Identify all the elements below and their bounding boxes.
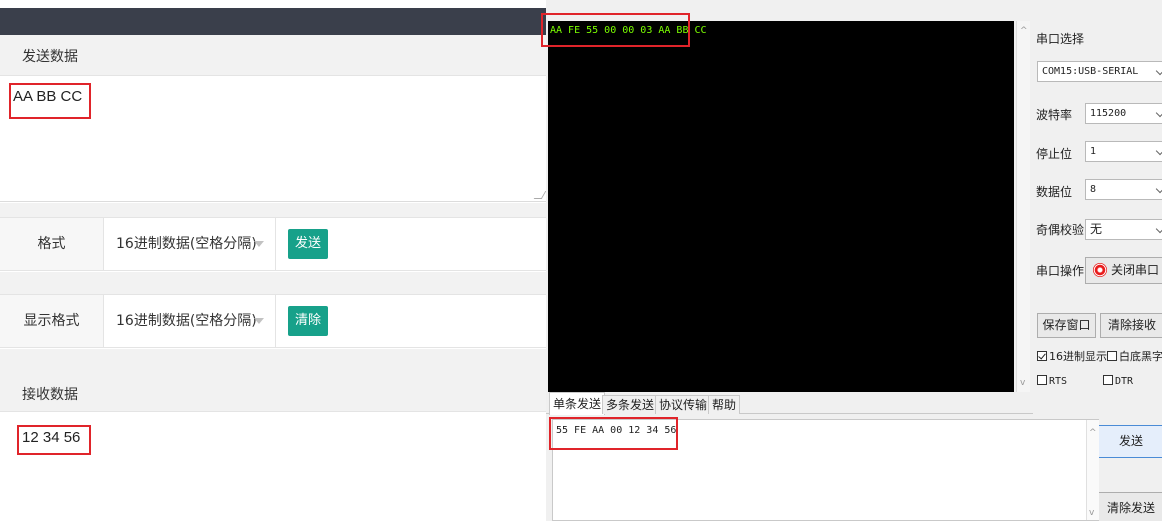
data-bits-value: 8: [1090, 184, 1097, 195]
tab-single-send[interactable]: 单条发送: [549, 392, 606, 415]
chevron-down-icon: [1155, 108, 1162, 118]
highlight-box-receive: [17, 425, 91, 455]
save-window-button[interactable]: 保存窗口: [1037, 313, 1096, 338]
port-select[interactable]: COM15:USB-SERIAL: [1037, 61, 1162, 82]
port-label: 串口选择: [1036, 32, 1085, 46]
clear-receive-button[interactable]: 清除接收: [1100, 313, 1162, 338]
resize-grip-icon[interactable]: [533, 191, 547, 199]
parity-value: 无: [1090, 222, 1103, 236]
hex-display-label: 16进制显示: [1049, 350, 1107, 363]
send-mode-tabs: 单条发送 多条发送 协议传输 帮助: [546, 392, 1033, 415]
tab-multi-send[interactable]: 多条发送: [602, 395, 659, 414]
chevron-down-icon: [1155, 66, 1162, 76]
rts-checkbox[interactable]: RTS: [1037, 375, 1067, 387]
serial-assistant-window: AA FE 55 00 00 03 AA BB CC ^ v 串口选择 COM1…: [541, 0, 1162, 521]
status-led-icon: [1093, 263, 1107, 277]
scroll-up-icon[interactable]: ^: [1020, 26, 1028, 36]
baud-select[interactable]: 115200: [1085, 103, 1162, 124]
tab-protocol[interactable]: 协议传输: [655, 395, 712, 414]
clear-button[interactable]: 清除: [288, 306, 328, 336]
format-label: 格式: [0, 218, 104, 270]
parity-label: 奇偶校验: [1036, 223, 1085, 237]
send-data-header: 发送数据: [0, 35, 546, 76]
clear-send-button[interactable]: 清除发送: [1098, 492, 1162, 521]
highlight-box-send: [9, 83, 91, 119]
baud-label: 波特率: [1036, 108, 1073, 122]
baud-select-value: 115200: [1090, 108, 1127, 119]
checkbox-checked-icon: [1037, 351, 1047, 361]
white-bg-checkbox[interactable]: 白底黑字: [1107, 348, 1162, 364]
send-data-button[interactable]: 发送: [1098, 425, 1162, 458]
port-select-value: COM15:USB-SERIAL: [1042, 66, 1139, 77]
format-row: 格式 16进制数据(空格分隔) 发送: [0, 217, 546, 271]
port-operation-label: 串口操作: [1036, 264, 1085, 278]
chevron-down-icon: [1155, 184, 1162, 194]
dtr-checkbox[interactable]: DTR: [1103, 375, 1133, 387]
format-select[interactable]: 16进制数据(空格分隔): [104, 218, 276, 270]
stop-bits-value: 1: [1090, 146, 1097, 157]
data-bits-label: 数据位: [1036, 185, 1073, 199]
top-bar: [0, 8, 546, 35]
format-select-value: 16进制数据(空格分隔): [116, 236, 257, 252]
checkbox-icon: [1103, 375, 1113, 385]
display-format-row: 显示格式 16进制数据(空格分隔) 清除: [0, 294, 546, 348]
receive-console[interactable]: AA FE 55 00 00 03 AA BB CC: [548, 21, 1014, 392]
highlight-box-send-input: [549, 417, 678, 450]
hex-display-checkbox[interactable]: 16进制显示: [1037, 348, 1107, 364]
tab-help[interactable]: 帮助: [708, 395, 741, 414]
caret-down-icon: [254, 318, 264, 324]
checkbox-icon: [1107, 351, 1117, 361]
scroll-down-icon[interactable]: v: [1089, 508, 1094, 518]
dtr-label: DTR: [1115, 376, 1134, 387]
display-format-select-value: 16进制数据(空格分隔): [116, 313, 257, 329]
chevron-down-icon: [1155, 146, 1162, 156]
send-data-title: 发送数据: [22, 49, 78, 65]
close-port-button[interactable]: 关闭串口: [1085, 257, 1162, 284]
parity-select[interactable]: 无: [1085, 219, 1162, 240]
scroll-up-icon[interactable]: ^: [1089, 428, 1097, 438]
rts-label: RTS: [1049, 376, 1068, 387]
highlight-box-console: [541, 13, 690, 47]
display-format-select[interactable]: 16进制数据(空格分隔): [104, 295, 276, 347]
stop-bits-select[interactable]: 1: [1085, 141, 1162, 162]
checkbox-icon: [1037, 375, 1047, 385]
receive-data-header: 接收数据: [0, 371, 546, 412]
send-box-scrollbar[interactable]: ^ v: [1086, 420, 1099, 520]
web-serial-panel: 发送数据 AA BB CC 格式 16进制数据(空格分隔) 发送 显示格式 16…: [0, 0, 547, 521]
white-bg-label: 白底黑字: [1119, 350, 1162, 363]
stop-bits-label: 停止位: [1036, 147, 1073, 161]
console-scrollbar[interactable]: ^ v: [1016, 21, 1030, 392]
send-button[interactable]: 发送: [288, 229, 328, 259]
chevron-down-icon: [1155, 224, 1162, 234]
close-port-label: 关闭串口: [1111, 263, 1160, 277]
receive-data-title: 接收数据: [22, 387, 78, 403]
data-bits-select[interactable]: 8: [1085, 179, 1162, 200]
caret-down-icon: [254, 241, 264, 247]
display-format-label: 显示格式: [0, 295, 104, 347]
scroll-down-icon[interactable]: v: [1020, 378, 1025, 388]
